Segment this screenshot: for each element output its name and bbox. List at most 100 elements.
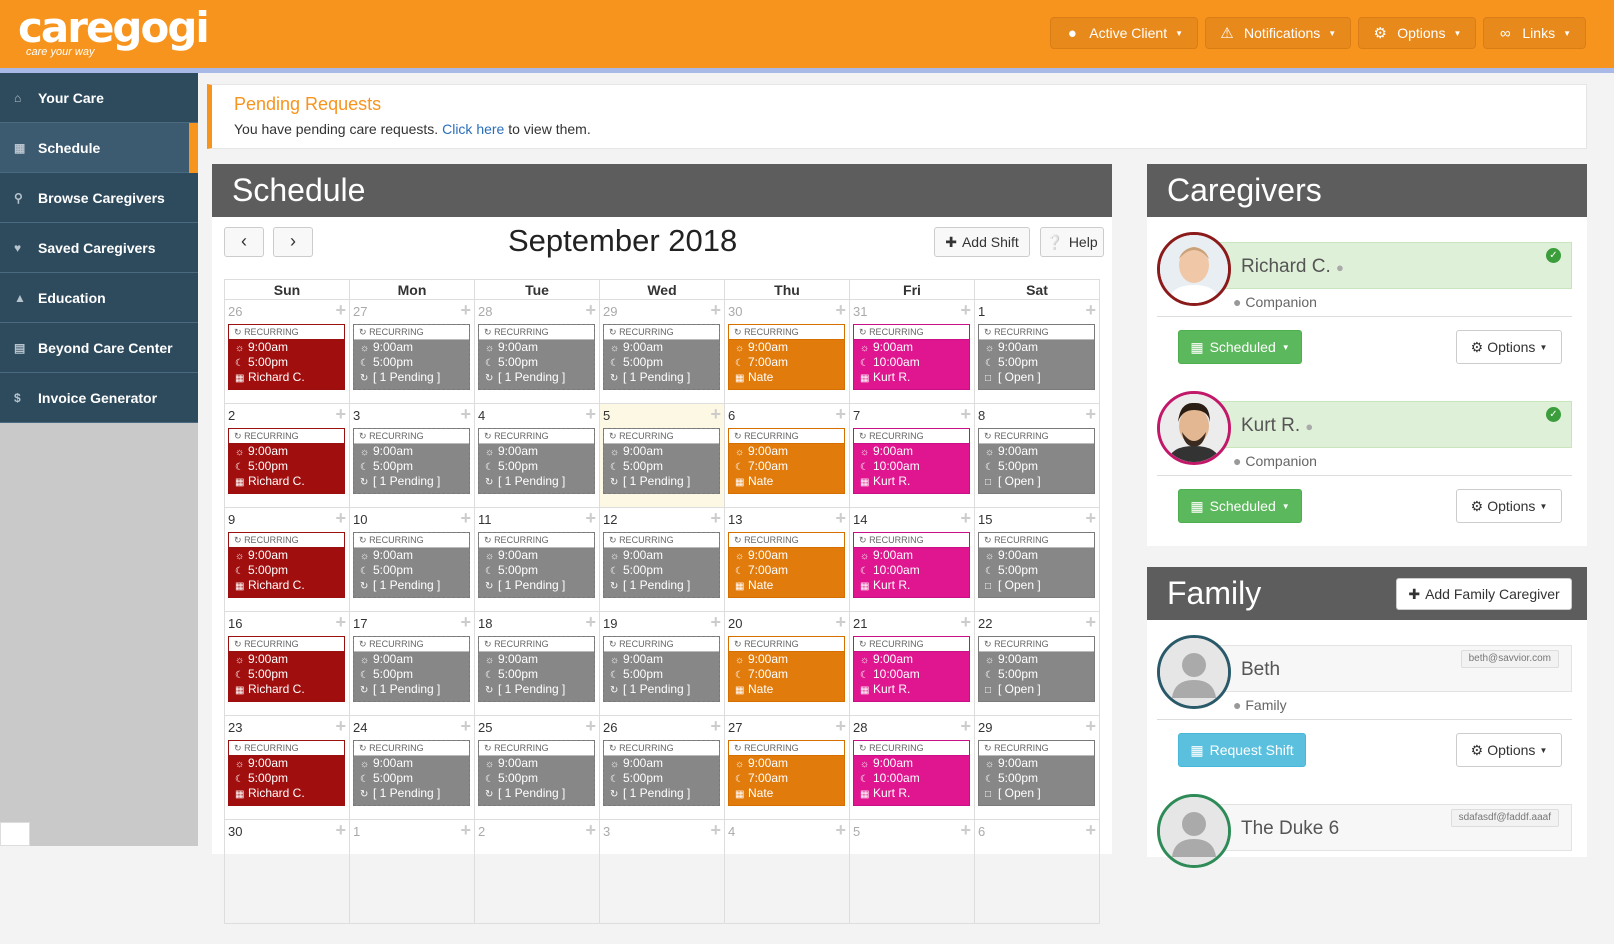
add-shift-plus-icon[interactable]: + (710, 612, 721, 633)
calendar-day-cell[interactable]: 3 + ↻ RECURRING ☼ 9:00am ☾ 5:00pm ↻[ 1 Pending … (349, 403, 475, 508)
calendar-day-cell[interactable]: 24 + ↻ RECURRING ☼ 9:00am ☾ 5:00pm ↻[ 1 Pending… (349, 715, 475, 820)
shift-block[interactable]: ↻ RECURRING ☼ 9:00am ☾ 10:00am ▦ Kurt R. (853, 740, 970, 806)
sidebar-item-saved-caregivers[interactable]: ♥ Saved Caregivers (0, 223, 198, 273)
calendar-day-cell[interactable]: 13 + ↻ RECURRING ☼ 9:00am ☾ 7:00am ▦ Nate (724, 507, 850, 612)
add-shift-plus-icon[interactable]: + (960, 404, 971, 425)
shift-block[interactable]: ↻ RECURRING ☼ 9:00am ☾ 5:00pm ↻[ 1 Pending ] (603, 324, 720, 390)
add-shift-plus-icon[interactable]: + (960, 820, 971, 841)
shift-block[interactable]: ↻ RECURRING ☼ 9:00am ☾ 5:00pm ↻[ 1 Pending ] (478, 740, 595, 806)
shift-block[interactable]: ↻ RECURRING ☼ 9:00am ☾ 5:00pm ↻[ 1 Pending ] (478, 428, 595, 494)
add-shift-plus-icon[interactable]: + (585, 612, 596, 633)
calendar-day-cell[interactable]: 27 + ↻ RECURRING ☼ 9:00am ☾ 5:00pm ↻[ 1 Pending… (349, 299, 475, 404)
calendar-day-cell[interactable]: 14 + ↻ RECURRING ☼ 9:00am ☾ 10:00am ▦ Kurt R. (849, 507, 975, 612)
shift-block[interactable]: ↻ RECURRING ☼ 9:00am ☾ 7:00am ▦ Nate (728, 532, 845, 598)
add-shift-plus-icon[interactable]: + (460, 820, 471, 841)
add-shift-plus-icon[interactable]: + (585, 820, 596, 841)
avatar[interactable] (1157, 635, 1231, 709)
calendar-day-cell[interactable]: 8 + ↻ RECURRING ☼ 9:00am ☾ 5:00pm □[ Open ] (974, 403, 1100, 508)
calendar-day-cell[interactable]: 2 + ↻ RECURRING ☼ 9:00am ☾ 5:00pm ▦ Richard C. (224, 403, 350, 508)
shift-block[interactable]: ↻ RECURRING ☼ 9:00am ☾ 5:00pm ▦ Richard C. (228, 532, 345, 598)
add-shift-plus-icon[interactable]: + (1085, 404, 1096, 425)
sidebar-item-browse-caregivers[interactable]: ⚲ Browse Caregivers (0, 173, 198, 223)
calendar-day-cell[interactable]: 12 + ↻ RECURRING ☼ 9:00am ☾ 5:00pm ↻[ 1 Pending… (599, 507, 725, 612)
add-shift-plus-icon[interactable]: + (835, 612, 846, 633)
add-shift-plus-icon[interactable]: + (460, 716, 471, 737)
calendar-day-cell[interactable]: 22 + ↻ RECURRING ☼ 9:00am ☾ 5:00pm □[ Open ] (974, 611, 1100, 716)
shift-block[interactable]: ↻ RECURRING ☼ 9:00am ☾ 10:00am ▦ Kurt R. (853, 636, 970, 702)
sidebar-item-education[interactable]: ▲ Education (0, 273, 198, 323)
calendar-day-cell[interactable]: 18 + ↻ RECURRING ☼ 9:00am ☾ 5:00pm ↻[ 1 Pending… (474, 611, 600, 716)
scheduled-button[interactable]: ▦ Scheduled ▼ (1178, 489, 1302, 523)
add-shift-plus-icon[interactable]: + (710, 820, 721, 841)
add-shift-plus-icon[interactable]: + (710, 404, 721, 425)
calendar-day-cell[interactable]: 25 + ↻ RECURRING ☼ 9:00am ☾ 5:00pm ↻[ 1 Pending… (474, 715, 600, 820)
prev-month-button[interactable]: ‹ (224, 227, 264, 257)
add-shift-plus-icon[interactable]: + (335, 404, 346, 425)
calendar-day-cell[interactable]: 10 + ↻ RECURRING ☼ 9:00am ☾ 5:00pm ↻[ 1 Pending… (349, 507, 475, 612)
calendar-day-cell[interactable]: 30 + (224, 819, 350, 924)
add-shift-plus-icon[interactable]: + (585, 716, 596, 737)
shift-block[interactable]: ↻ RECURRING ☼ 9:00am ☾ 5:00pm ↻[ 1 Pending ] (603, 428, 720, 494)
calendar-day-cell[interactable]: 19 + ↻ RECURRING ☼ 9:00am ☾ 5:00pm ↻[ 1 Pending… (599, 611, 725, 716)
shift-block[interactable]: ↻ RECURRING ☼ 9:00am ☾ 10:00am ▦ Kurt R. (853, 532, 970, 598)
add-shift-plus-icon[interactable]: + (1085, 508, 1096, 529)
add-shift-plus-icon[interactable]: + (710, 508, 721, 529)
add-shift-plus-icon[interactable]: + (710, 300, 721, 321)
calendar-day-cell[interactable]: 1 + ↻ RECURRING ☼ 9:00am ☾ 5:00pm □[ Open ] (974, 299, 1100, 404)
calendar-day-cell[interactable]: 1 + (349, 819, 475, 924)
add-shift-plus-icon[interactable]: + (835, 508, 846, 529)
caregiver-options-button[interactable]: ⚙ Options ▼ (1456, 330, 1562, 364)
avatar[interactable] (1157, 232, 1231, 306)
add-shift-plus-icon[interactable]: + (1085, 820, 1096, 841)
calendar-day-cell[interactable]: 20 + ↻ RECURRING ☼ 9:00am ☾ 7:00am ▦ Nate (724, 611, 850, 716)
calendar-day-cell[interactable]: 26 + ↻ RECURRING ☼ 9:00am ☾ 5:00pm ▦ Richard C. (224, 299, 350, 404)
add-shift-plus-icon[interactable]: + (460, 404, 471, 425)
calendar-day-cell[interactable]: 28 + ↻ RECURRING ☼ 9:00am ☾ 10:00am ▦ Kurt R. (849, 715, 975, 820)
sidebar-item-your-care[interactable]: ⌂ Your Care (0, 73, 198, 123)
request-shift-button[interactable]: ▦ Request Shift (1178, 733, 1306, 767)
add-shift-plus-icon[interactable]: + (1085, 612, 1096, 633)
shift-block[interactable]: ↻ RECURRING ☼ 9:00am ☾ 7:00am ▦ Nate (728, 740, 845, 806)
add-shift-plus-icon[interactable]: + (460, 300, 471, 321)
add-shift-plus-icon[interactable]: + (1085, 716, 1096, 737)
calendar-day-cell[interactable]: 11 + ↻ RECURRING ☼ 9:00am ☾ 5:00pm ↻[ 1 Pending… (474, 507, 600, 612)
calendar-day-cell[interactable]: 5 + (849, 819, 975, 924)
add-shift-plus-icon[interactable]: + (335, 820, 346, 841)
add-family-caregiver-button[interactable]: ✚ Add Family Caregiver (1396, 578, 1572, 610)
calendar-day-cell[interactable]: 23 + ↻ RECURRING ☼ 9:00am ☾ 5:00pm ▦ Richard C. (224, 715, 350, 820)
calendar-day-cell[interactable]: 4 + ↻ RECURRING ☼ 9:00am ☾ 5:00pm ↻[ 1 Pending … (474, 403, 600, 508)
notifications-menu[interactable]: ⚠ Notifications ▼ (1205, 17, 1352, 49)
shift-block[interactable]: ↻ RECURRING ☼ 9:00am ☾ 7:00am ▦ Nate (728, 636, 845, 702)
shift-block[interactable]: ↻ RECURRING ☼ 9:00am ☾ 5:00pm ↻[ 1 Pending ] (603, 636, 720, 702)
calendar-day-cell[interactable]: 30 + ↻ RECURRING ☼ 9:00am ☾ 7:00am ▦ Nate (724, 299, 850, 404)
add-shift-plus-icon[interactable]: + (335, 300, 346, 321)
next-month-button[interactable]: › (273, 227, 313, 257)
shift-block[interactable]: ↻ RECURRING ☼ 9:00am ☾ 5:00pm ↻[ 1 Pending ] (478, 636, 595, 702)
add-shift-plus-icon[interactable]: + (585, 300, 596, 321)
add-shift-plus-icon[interactable]: + (710, 716, 721, 737)
calendar-day-cell[interactable]: 6 + (974, 819, 1100, 924)
shift-block[interactable]: ↻ RECURRING ☼ 9:00am ☾ 5:00pm □[ Open ] (978, 324, 1095, 390)
calendar-day-cell[interactable]: 26 + ↻ RECURRING ☼ 9:00am ☾ 5:00pm ↻[ 1 Pending… (599, 715, 725, 820)
shift-block[interactable]: ↻ RECURRING ☼ 9:00am ☾ 5:00pm □[ Open ] (978, 532, 1095, 598)
calendar-day-cell[interactable]: 4 + (724, 819, 850, 924)
shift-block[interactable]: ↻ RECURRING ☼ 9:00am ☾ 5:00pm ▦ Richard C. (228, 428, 345, 494)
comment-icon[interactable]: ● (1336, 260, 1344, 275)
calendar-day-cell[interactable]: 16 + ↻ RECURRING ☼ 9:00am ☾ 5:00pm ▦ Richard C. (224, 611, 350, 716)
add-shift-plus-icon[interactable]: + (835, 716, 846, 737)
add-shift-plus-icon[interactable]: + (960, 716, 971, 737)
add-shift-plus-icon[interactable]: + (585, 508, 596, 529)
shift-block[interactable]: ↻ RECURRING ☼ 9:00am ☾ 5:00pm ↻[ 1 Pending ] (603, 740, 720, 806)
sidebar-item-beyond-care-center[interactable]: ▤ Beyond Care Center (0, 323, 198, 373)
shift-block[interactable]: ↻ RECURRING ☼ 9:00am ☾ 5:00pm ↻[ 1 Pending ] (478, 324, 595, 390)
calendar-day-cell[interactable]: 31 + ↻ RECURRING ☼ 9:00am ☾ 10:00am ▦ Kurt R. (849, 299, 975, 404)
comment-icon[interactable]: ● (1305, 419, 1313, 434)
corner-widget-icon[interactable] (0, 822, 30, 846)
add-shift-plus-icon[interactable]: + (335, 612, 346, 633)
add-shift-plus-icon[interactable]: + (1085, 300, 1096, 321)
shift-block[interactable]: ↻ RECURRING ☼ 9:00am ☾ 10:00am ▦ Kurt R. (853, 428, 970, 494)
logo[interactable]: caregogi care your way (18, 6, 210, 59)
add-shift-button[interactable]: ✚ Add Shift (934, 227, 1030, 257)
shift-block[interactable]: ↻ RECURRING ☼ 9:00am ☾ 5:00pm □[ Open ] (978, 636, 1095, 702)
calendar-day-cell[interactable]: 27 + ↻ RECURRING ☼ 9:00am ☾ 7:00am ▦ Nate (724, 715, 850, 820)
